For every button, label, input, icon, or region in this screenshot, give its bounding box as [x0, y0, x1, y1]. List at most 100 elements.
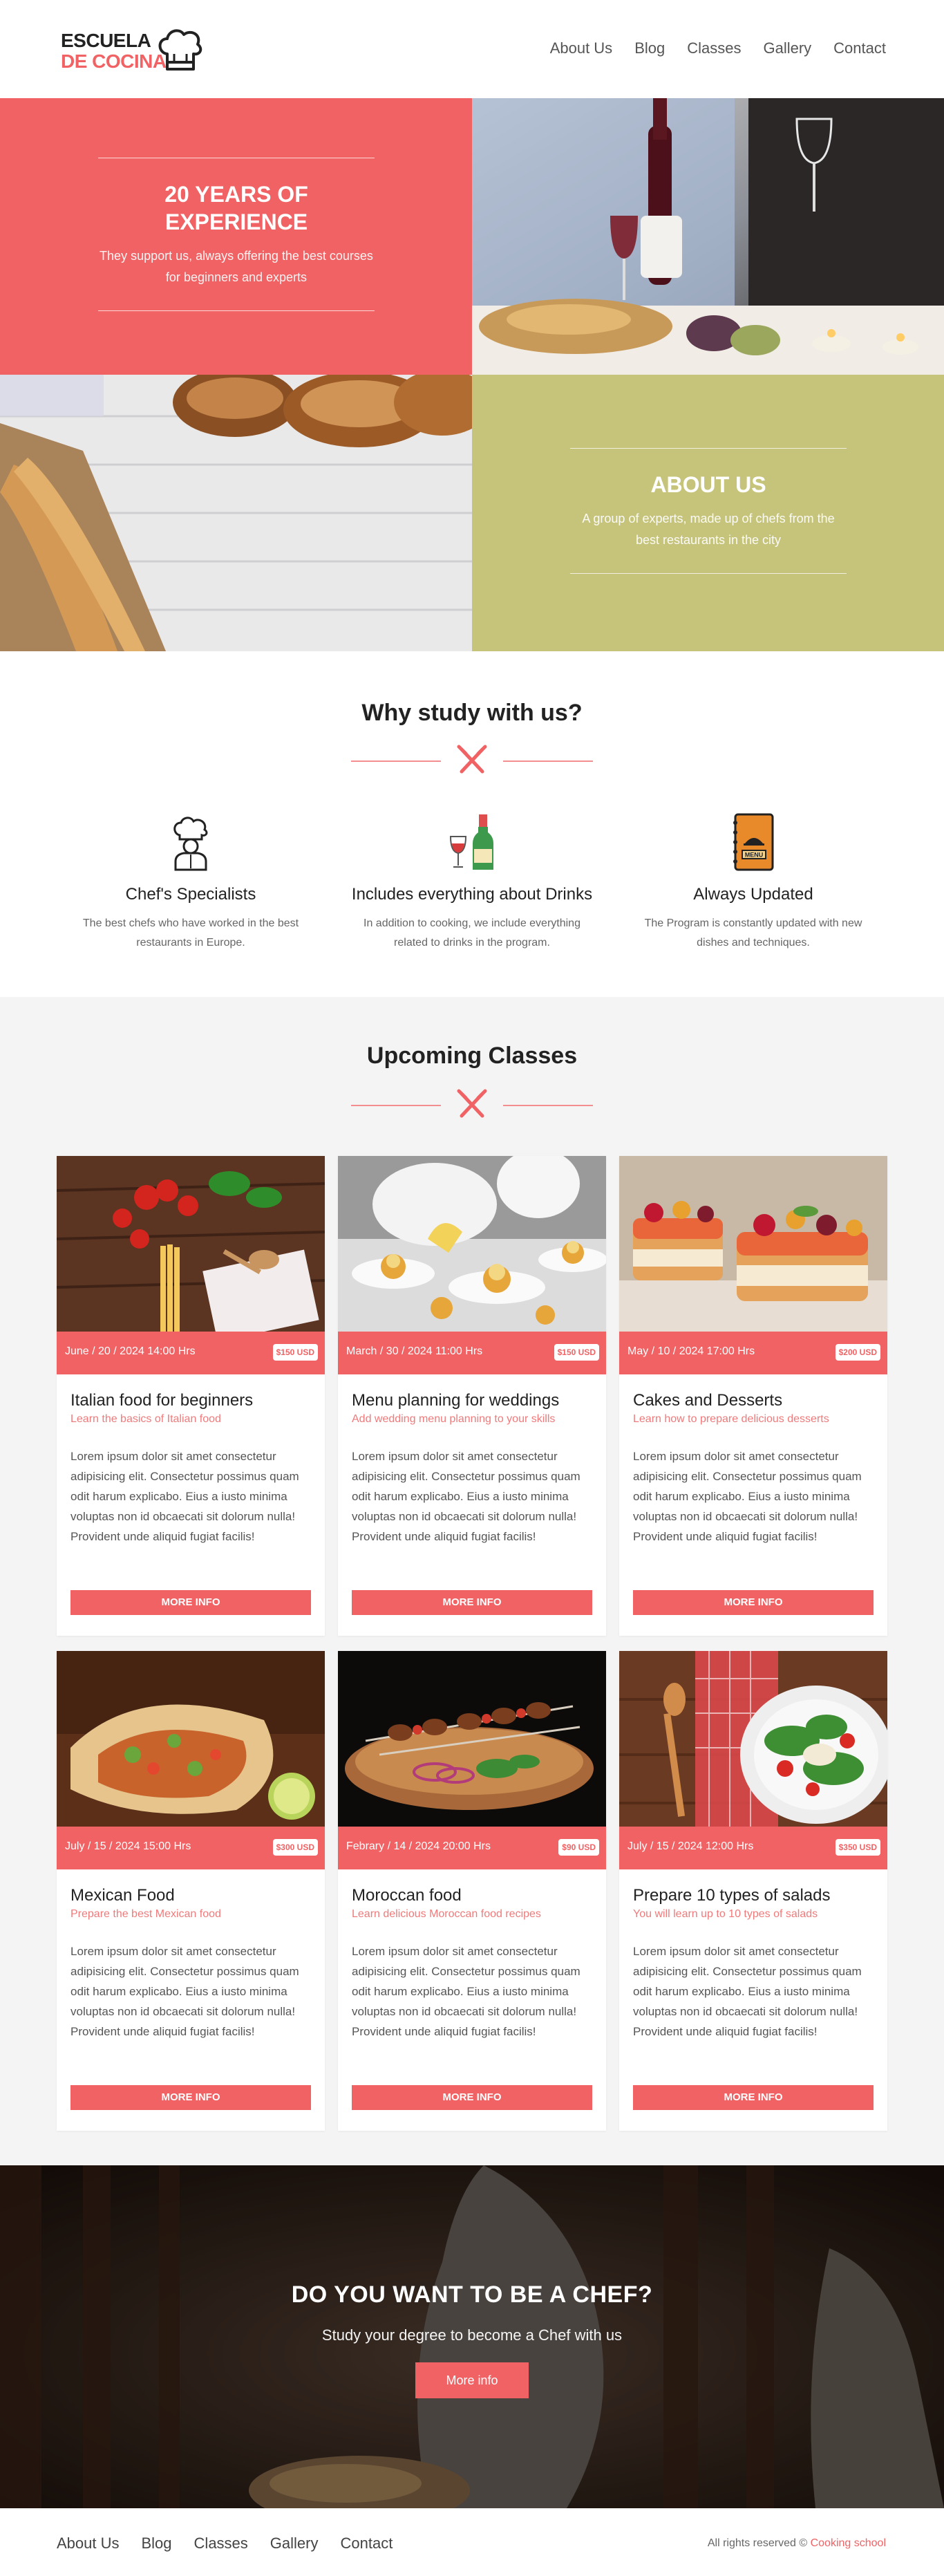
upcoming-title: Upcoming Classes: [366, 1043, 578, 1069]
divider-line: [570, 573, 847, 574]
class-description: Lorem ipsum dolor sit amet consectetur a…: [633, 1450, 862, 1543]
chef-hat-icon: [158, 29, 202, 71]
class-photo-wedding: [338, 1156, 606, 1332]
cta-more-info-button[interactable]: More info: [415, 2362, 529, 2398]
feature-title: Includes everything about Drinks: [351, 885, 593, 904]
class-title: Mexican Food: [70, 1886, 175, 1905]
class-card: June / 20 / 2024 14:00 Hrs $150 USD Ital…: [57, 1156, 325, 1636]
more-info-button[interactable]: MORE INFO: [633, 2085, 874, 2110]
feature-text: The Program is constantly updated with n…: [644, 917, 862, 949]
footer-nav-contact[interactable]: Contact: [340, 2535, 393, 2552]
footer-nav: About Us Blog Classes Gallery Contact: [57, 2535, 415, 2552]
class-date: July / 15 / 2024 15:00 Hrs: [65, 1840, 191, 1852]
class-date: March / 30 / 2024 11:00 Hrs: [346, 1345, 483, 1357]
class-card: July / 15 / 2024 15:00 Hrs $300 USD Mexi…: [57, 1651, 325, 2131]
class-date: July / 15 / 2024 12:00 Hrs: [627, 1840, 754, 1852]
feature-text: In addition to cooking, we include every…: [364, 917, 580, 949]
about-text: A group of experts, made up of chefs fro…: [582, 512, 835, 547]
price-badge: $90 USD: [558, 1839, 599, 1856]
more-info-button[interactable]: MORE INFO: [633, 1590, 874, 1615]
class-description: Lorem ipsum dolor sit amet consectetur a…: [633, 1945, 862, 2038]
more-info-button[interactable]: MORE INFO: [352, 1590, 592, 1615]
about-box: ABOUT US A group of experts, made up of …: [472, 375, 944, 651]
class-title: Cakes and Desserts: [633, 1391, 783, 1410]
footer-nav-gallery[interactable]: Gallery: [270, 2535, 319, 2552]
nav-contact[interactable]: Contact: [833, 39, 886, 58]
why-title: Why study with us?: [361, 700, 583, 726]
class-subtitle: Add wedding menu planning to your skills: [352, 1413, 556, 1425]
feature-title: Chef's Specialists: [125, 885, 256, 904]
class-title: Menu planning for weddings: [352, 1391, 560, 1410]
class-title: Moroccan food: [352, 1886, 462, 1905]
cta-banner: DO YOU WANT TO BE A CHEF? Study your deg…: [0, 2165, 944, 2508]
class-title: Prepare 10 types of salads: [633, 1886, 831, 1905]
footer-nav-blog[interactable]: Blog: [142, 2535, 172, 2552]
class-title: Italian food for beginners: [70, 1391, 254, 1410]
footer-nav-classes[interactable]: Classes: [194, 2535, 248, 2552]
nav-gallery[interactable]: Gallery: [763, 39, 811, 58]
feature-text: The best chefs who have worked in the be…: [82, 917, 299, 949]
section-divider: [351, 744, 593, 778]
experience-box: 20 YEARS OF EXPERIENCE They support us, …: [0, 98, 472, 375]
price-badge: $150 USD: [272, 1344, 318, 1361]
nav-blog[interactable]: Blog: [634, 39, 665, 58]
class-info-bar: May / 10 / 2024 17:00 Hrs $200 USD: [619, 1332, 887, 1374]
class-info-bar: Febrary / 14 / 2024 20:00 Hrs $90 USD: [338, 1827, 606, 1869]
class-description: Lorem ipsum dolor sit amet consectetur a…: [70, 1450, 299, 1543]
class-card: March / 30 / 2024 11:00 Hrs $150 USD Men…: [338, 1156, 606, 1636]
class-date: June / 20 / 2024 14:00 Hrs: [65, 1345, 196, 1357]
cta-text: Study your degree to become a Chef with …: [321, 2326, 623, 2344]
class-photo-cakes: [619, 1156, 887, 1332]
class-photo-italian: [57, 1156, 325, 1332]
fork-knife-icon: [457, 745, 487, 774]
cta-title: DO YOU WANT TO BE A CHEF?: [291, 2281, 653, 2308]
fork-knife-icon: [457, 1089, 487, 1118]
class-info-bar: June / 20 / 2024 14:00 Hrs $150 USD: [57, 1332, 325, 1374]
feature-updated: MENU Always Updated The Program is const…: [615, 802, 891, 953]
logo[interactable]: ESCUELA DE COCINA: [61, 26, 206, 76]
class-date: May / 10 / 2024 17:00 Hrs: [627, 1345, 755, 1357]
more-info-button[interactable]: MORE INFO: [70, 2085, 311, 2110]
more-info-button[interactable]: MORE INFO: [352, 2085, 592, 2110]
nav-about-us[interactable]: About Us: [550, 39, 613, 58]
about-title: ABOUT US: [650, 472, 766, 497]
class-info-bar: March / 30 / 2024 11:00 Hrs $150 USD: [338, 1332, 606, 1374]
class-card: Febrary / 14 / 2024 20:00 Hrs $90 USD Mo…: [338, 1651, 606, 2131]
logo-line1: ESCUELA: [61, 30, 151, 51]
nav-classes[interactable]: Classes: [687, 39, 741, 58]
section-divider: [351, 1088, 593, 1123]
class-description: Lorem ipsum dolor sit amet consectetur a…: [352, 1450, 580, 1543]
divider-line: [570, 448, 847, 449]
copyright-brand-link[interactable]: Cooking school: [811, 2537, 886, 2549]
class-subtitle: Learn delicious Moroccan food recipes: [352, 1908, 541, 1920]
bread-photo: [0, 375, 472, 651]
price-badge: $200 USD: [835, 1344, 880, 1361]
class-subtitle: Learn how to prepare delicious desserts: [633, 1413, 829, 1425]
copyright: All rights reserved © Cooking school: [708, 2537, 886, 2550]
divider-line: [98, 310, 375, 311]
copyright-text: All rights reserved ©: [707, 2537, 808, 2549]
wine-icon: [449, 814, 493, 870]
logo-line2: DE COCINA: [61, 50, 167, 72]
class-card: May / 10 / 2024 17:00 Hrs $200 USD Cakes…: [619, 1156, 887, 1636]
main-nav: About Us Blog Classes Gallery Contact: [528, 39, 886, 58]
svg-text:MENU: MENU: [745, 852, 764, 859]
class-description: Lorem ipsum dolor sit amet consectetur a…: [352, 1945, 580, 2038]
menu-icon: MENU: [733, 813, 774, 871]
class-card: July / 15 / 2024 12:00 Hrs $350 USD Prep…: [619, 1651, 887, 2131]
site-header: ESCUELA DE COCINA About Us Blog Classes …: [0, 0, 944, 98]
feature-drinks: Includes everything about Drinks In addi…: [334, 802, 610, 953]
price-badge: $150 USD: [554, 1344, 599, 1361]
feature-chef-specialists: Chef's Specialists The best chefs who ha…: [53, 802, 329, 953]
chef-icon: [173, 816, 208, 871]
class-subtitle: Learn the basics of Italian food: [70, 1413, 221, 1425]
class-subtitle: You will learn up to 10 types of salads: [633, 1908, 818, 1920]
footer-nav-about-us[interactable]: About Us: [57, 2535, 120, 2552]
class-subtitle: Prepare the best Mexican food: [70, 1908, 221, 1920]
more-info-button[interactable]: MORE INFO: [70, 1590, 311, 1615]
class-photo-mexican: [57, 1651, 325, 1827]
class-description: Lorem ipsum dolor sit amet consectetur a…: [70, 1945, 299, 2038]
class-photo-salads: [619, 1651, 887, 1827]
experience-title: 20 YEARS OF EXPERIENCE: [164, 182, 308, 234]
price-badge: $300 USD: [272, 1839, 318, 1856]
